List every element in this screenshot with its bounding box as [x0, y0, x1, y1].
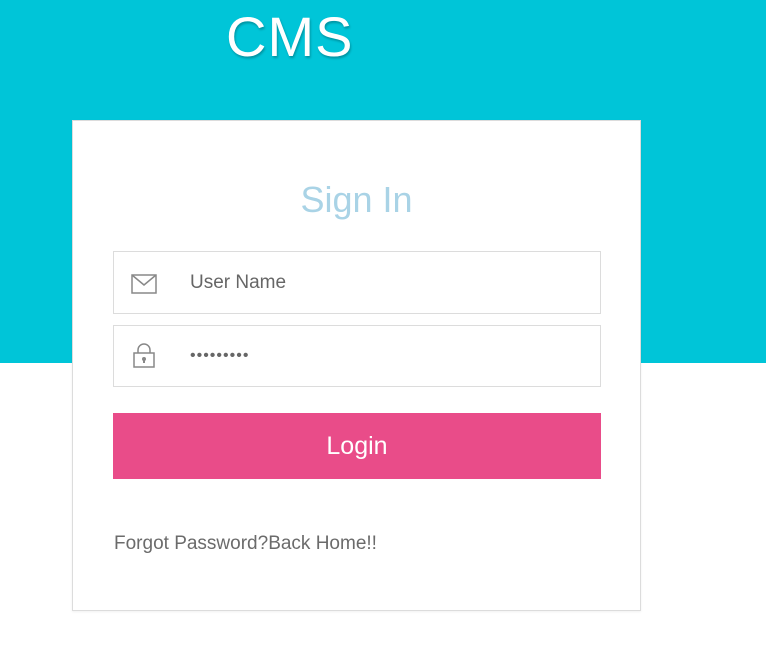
lock-icon	[133, 343, 155, 368]
username-input[interactable]	[190, 252, 590, 313]
sign-in-title: Sign In	[300, 179, 413, 220]
login-button[interactable]: Login	[113, 413, 601, 479]
back-home-link[interactable]: Back Home!!	[268, 533, 377, 554]
forgot-password-link[interactable]: Forgot Password?	[114, 533, 268, 554]
app-title: CMS	[226, 5, 354, 68]
password-input[interactable]	[190, 326, 590, 386]
password-field[interactable]	[113, 325, 601, 387]
envelope-icon	[131, 274, 157, 294]
login-card: Sign In Login Forgot Password?Back Home!…	[72, 120, 641, 611]
username-field[interactable]	[113, 251, 601, 314]
footer-links: Forgot Password?Back Home!!	[114, 533, 377, 555]
